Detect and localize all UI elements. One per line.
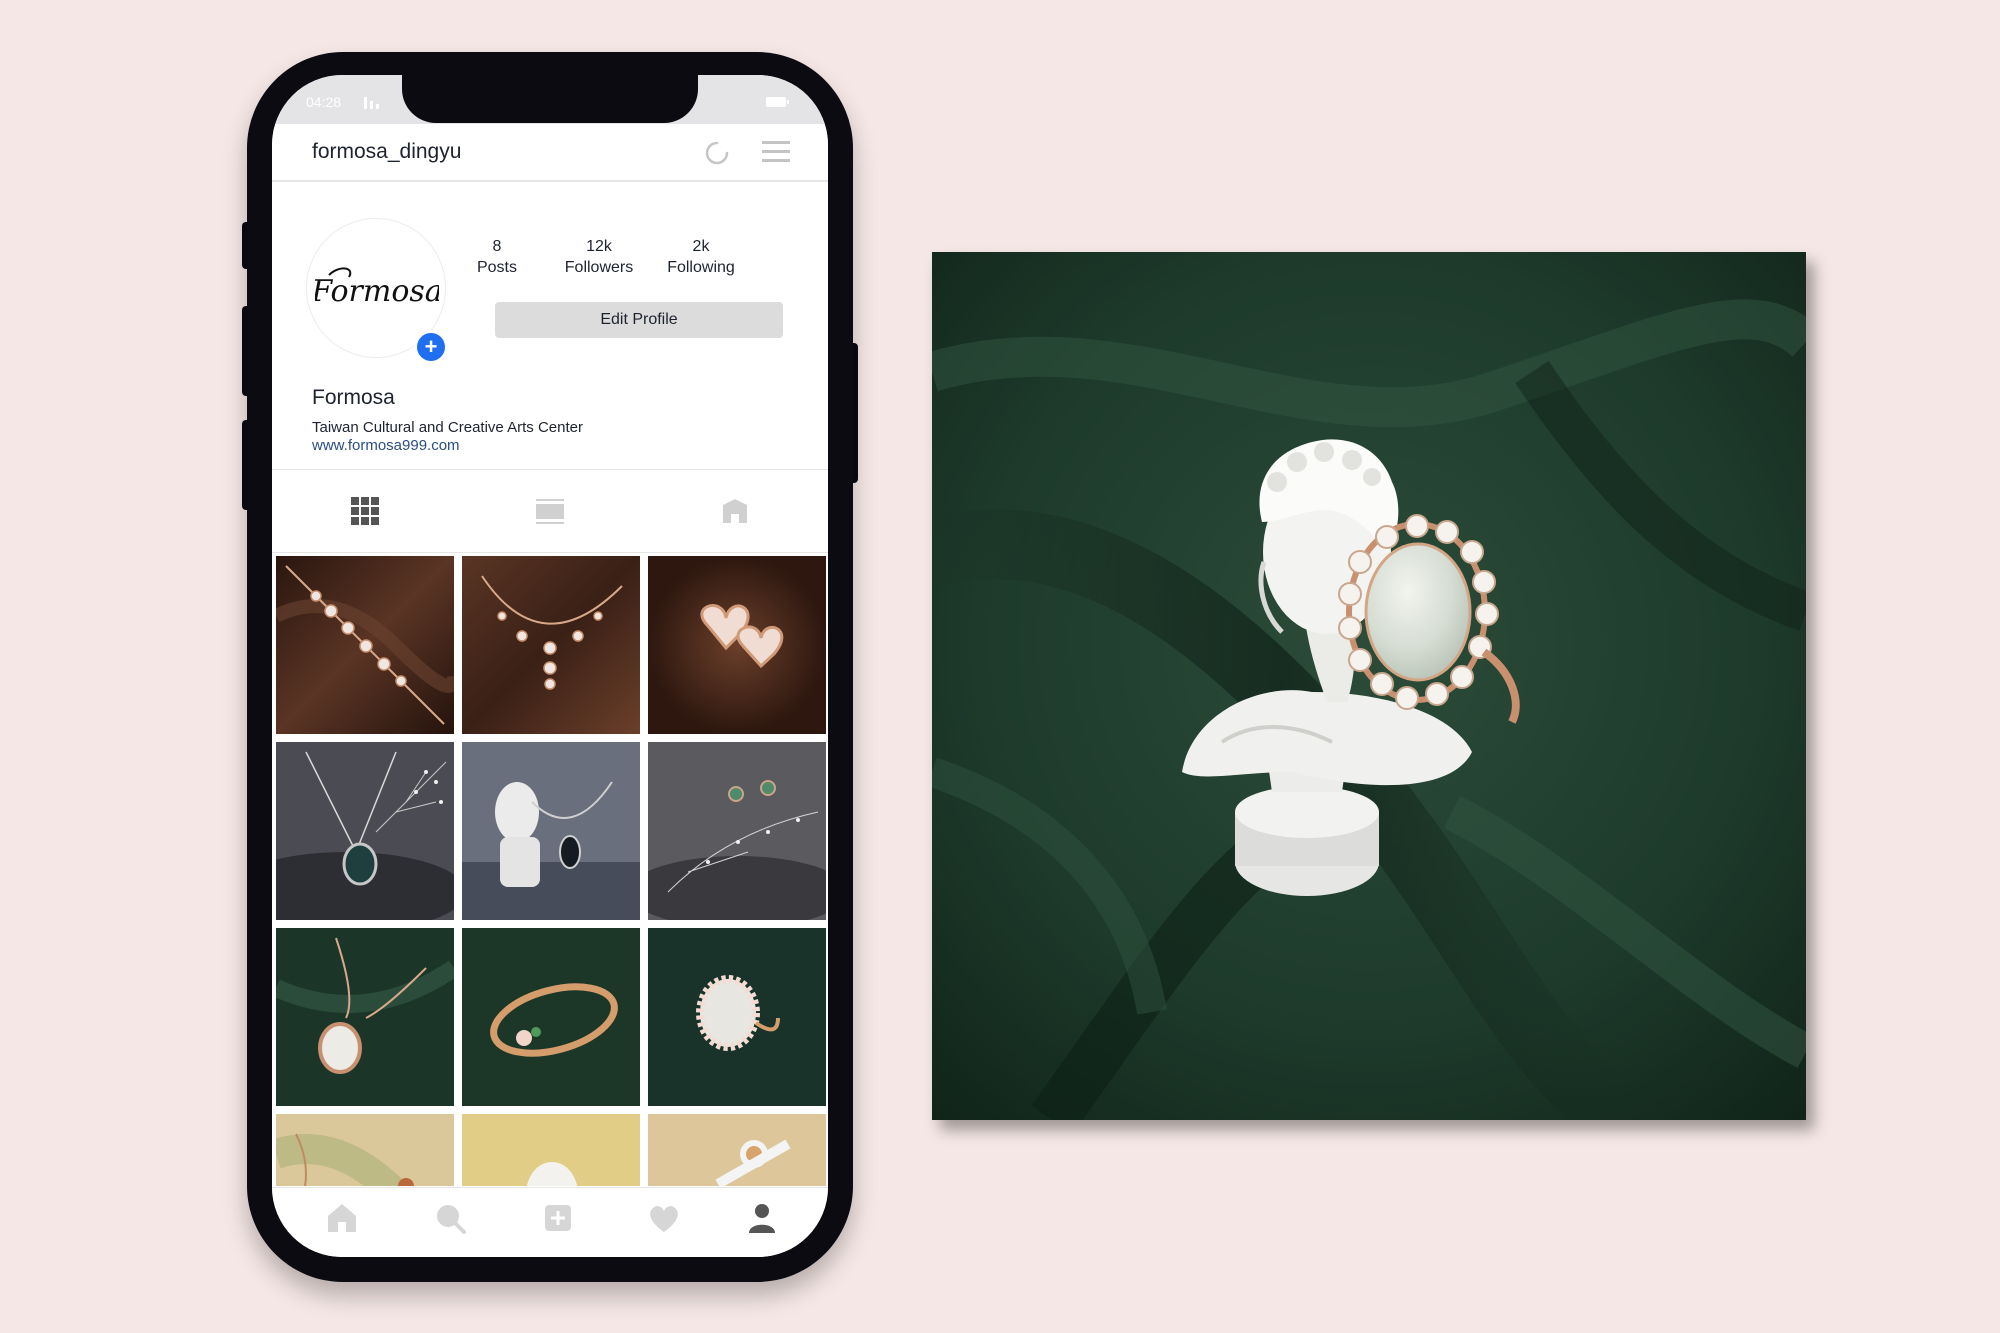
heart-icon[interactable] (646, 1200, 682, 1236)
post-thumbnail[interactable] (628, 742, 828, 928)
home-icon[interactable] (324, 1200, 360, 1236)
post-thumbnail[interactable] (462, 556, 640, 734)
add-story-button[interactable]: + (414, 330, 448, 364)
display-name: Formosa (312, 386, 395, 409)
stat-followers-value: 12k (586, 238, 612, 255)
post-thumbnail[interactable] (648, 928, 826, 1106)
username: formosa_dingyu (312, 140, 462, 163)
post-thumbnail[interactable] (462, 1114, 640, 1186)
stat-followers[interactable]: 12k Followers (554, 237, 644, 279)
post-thumbnail[interactable] (648, 556, 826, 734)
profile-header: formosa_dingyu (272, 124, 828, 182)
tab-grid[interactable] (272, 470, 457, 552)
formosa-logo: Formosa (315, 267, 439, 309)
search-icon[interactable] (432, 1200, 468, 1236)
tagged-icon (723, 499, 747, 523)
tab-feed[interactable] (457, 470, 642, 552)
post-thumbnail[interactable] (276, 1114, 454, 1186)
svg-text:Formosa: Formosa (315, 274, 439, 309)
signal-icon (364, 95, 386, 109)
grid-icon (351, 497, 379, 525)
post-thumbnail[interactable] (276, 928, 460, 1106)
featured-product-photo (932, 252, 1806, 1120)
add-post-icon[interactable] (540, 1200, 576, 1236)
stat-posts[interactable]: 8 Posts (452, 237, 542, 279)
bust-and-ring-photo (932, 252, 1806, 1120)
post-thumbnail[interactable] (648, 1114, 826, 1186)
phone-notch (402, 75, 698, 123)
profile-tabs (272, 469, 828, 553)
status-time: 04:28 (306, 94, 342, 110)
stat-posts-value: 8 (492, 238, 502, 255)
battery-icon (766, 97, 789, 107)
tab-tagged[interactable] (642, 470, 827, 552)
post-thumbnail[interactable] (462, 742, 640, 920)
feed-icon (536, 499, 564, 524)
stat-following-label: Following (667, 259, 735, 276)
profile-icon[interactable] (744, 1200, 780, 1236)
post-thumbnail[interactable] (276, 556, 461, 734)
menu-icon[interactable] (762, 141, 790, 163)
bio-text: Taiwan Cultural and Creative Arts Center (312, 419, 583, 436)
post-thumbnail[interactable] (276, 742, 466, 932)
stat-followers-label: Followers (564, 259, 634, 276)
bottom-nav (272, 1187, 828, 1257)
post-thumbnail[interactable] (462, 928, 640, 1106)
status-bar: 04:28 (272, 75, 828, 124)
phone-screen: 04:28 formosa_dingyu Formosa + 8 Posts 1… (272, 75, 828, 1257)
posts-grid (276, 556, 828, 1186)
stat-following-value: 2k (692, 238, 710, 255)
stat-following[interactable]: 2k Following (656, 237, 746, 279)
refresh-icon[interactable] (704, 140, 730, 166)
edit-profile-button[interactable]: Edit Profile (495, 302, 783, 338)
website-link[interactable]: www.formosa999.com (312, 437, 460, 454)
stat-posts-label: Posts (476, 259, 517, 276)
